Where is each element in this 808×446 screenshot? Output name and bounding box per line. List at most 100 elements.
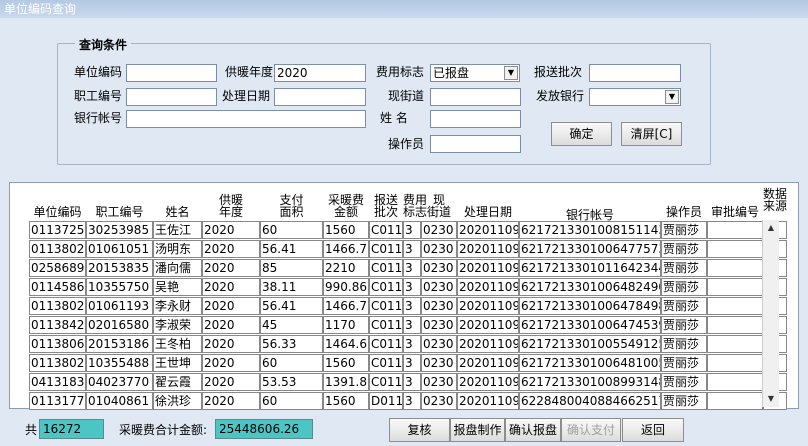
table-cell[interactable]: 56.41 [260, 297, 323, 315]
table-cell[interactable]: 2020 [202, 354, 260, 372]
column-header[interactable]: 单位编码 [29, 206, 86, 218]
column-header[interactable]: 支付 面积 [260, 194, 323, 218]
review-button[interactable]: 复核 [389, 418, 450, 442]
table-cell[interactable]: 6217213301006474539 [519, 316, 661, 334]
column-header[interactable]: 数据 来源 [763, 188, 787, 212]
table-cell[interactable]: 0230 [421, 316, 457, 334]
table-cell[interactable]: 0258689 [29, 259, 86, 277]
table-cell[interactable]: 0230 [421, 240, 457, 258]
table-cell[interactable]: 3 [403, 240, 421, 258]
table-cell[interactable]: 20153186 [86, 335, 153, 353]
heating-year-input[interactable]: 2020 [274, 64, 366, 82]
table-cell[interactable]: 45 [260, 316, 323, 334]
table-cell[interactable]: C011 [369, 240, 403, 258]
table-cell[interactable]: 6217213301011642344 [519, 259, 661, 277]
table-cell[interactable]: 贾丽莎 [661, 278, 707, 296]
table-cell[interactable]: 6217213301005549125 [519, 335, 661, 353]
table-cell[interactable]: 3 [403, 259, 421, 277]
table-cell[interactable]: 10355750 [86, 278, 153, 296]
table-cell[interactable]: 0114586 [29, 278, 86, 296]
table-cell[interactable]: 56.41 [260, 240, 323, 258]
table-cell[interactable]: 3 [403, 392, 421, 410]
table-cell[interactable]: 01061193 [86, 297, 153, 315]
column-header[interactable]: 现街道 [421, 194, 457, 218]
employee-no-input[interactable] [126, 88, 217, 106]
table-cell[interactable]: 0113725 [29, 221, 86, 239]
table-cell[interactable] [707, 373, 763, 391]
table-cell[interactable]: 贾丽莎 [661, 335, 707, 353]
table-cell[interactable]: 李淑荣 [153, 316, 202, 334]
table-cell[interactable]: 潘向儒 [153, 259, 202, 277]
table-cell[interactable]: 6217213301006477573 [519, 240, 661, 258]
column-header[interactable]: 费用 标志 [403, 194, 427, 218]
table-cell[interactable]: C011 [369, 297, 403, 315]
table-cell[interactable]: 20201109 [457, 316, 519, 334]
confirm-button[interactable]: 确定 [551, 122, 612, 146]
table-cell[interactable]: 2020 [202, 297, 260, 315]
chevron-down-icon[interactable]: ▼ [504, 66, 518, 80]
table-cell[interactable] [707, 392, 763, 410]
table-cell[interactable]: 0413183 [29, 373, 86, 391]
table-cell[interactable]: 6217213301006481005 [519, 354, 661, 372]
table-cell[interactable]: 0113842 [29, 316, 86, 334]
table-cell[interactable]: 0113802 [29, 240, 86, 258]
current-street-input[interactable] [430, 88, 521, 106]
table-cell[interactable]: C011 [369, 221, 403, 239]
table-cell[interactable]: 2020 [202, 221, 260, 239]
table-cell[interactable]: 贾丽莎 [661, 240, 707, 258]
table-cell[interactable]: 1466.7 [323, 240, 369, 258]
table-cell[interactable]: 2020 [202, 240, 260, 258]
table-cell[interactable]: 60 [260, 221, 323, 239]
column-header[interactable]: 处理日期 [457, 206, 519, 218]
table-cell[interactable]: 贾丽莎 [661, 297, 707, 315]
table-cell[interactable]: 1391.8 [323, 373, 369, 391]
confirm-disk-button[interactable]: 确认报盘 [505, 418, 561, 442]
column-header[interactable]: 审批编号 [707, 206, 763, 218]
table-cell[interactable]: 20201109 [457, 392, 519, 410]
table-cell[interactable]: 贾丽莎 [661, 316, 707, 334]
table-cell[interactable]: 20201109 [457, 354, 519, 372]
table-cell[interactable]: 0113802 [29, 297, 86, 315]
clear-screen-button[interactable]: 清屏[C] [621, 122, 682, 146]
account-input[interactable] [126, 110, 366, 128]
table-cell[interactable] [707, 354, 763, 372]
table-cell[interactable]: 翟云霞 [153, 373, 202, 391]
table-cell[interactable]: 0113177 [29, 392, 86, 410]
table-cell[interactable] [707, 278, 763, 296]
table-cell[interactable]: 20201109 [457, 221, 519, 239]
table-cell[interactable]: C011 [369, 316, 403, 334]
table-cell[interactable] [707, 259, 763, 277]
table-cell[interactable]: 38.11 [260, 278, 323, 296]
table-cell[interactable] [707, 221, 763, 239]
table-cell[interactable]: C011 [369, 259, 403, 277]
table-cell[interactable]: 贾丽莎 [661, 373, 707, 391]
table-cell[interactable] [707, 240, 763, 258]
table-cell[interactable]: 2020 [202, 278, 260, 296]
grid-vertical-scrollbar[interactable]: ▲ ▼ [762, 220, 779, 407]
table-cell[interactable]: 3 [403, 316, 421, 334]
table-cell[interactable]: C011 [369, 278, 403, 296]
table-cell[interactable]: 贾丽莎 [661, 354, 707, 372]
table-cell[interactable]: D011 [369, 392, 403, 410]
table-cell[interactable]: 20201109 [457, 278, 519, 296]
confirm-payment-button[interactable]: 确认支付 [561, 418, 621, 442]
table-cell[interactable]: 1560 [323, 221, 369, 239]
table-cell[interactable]: 6217213301006478498 [519, 297, 661, 315]
table-cell[interactable]: 20201109 [457, 335, 519, 353]
table-cell[interactable]: 53.53 [260, 373, 323, 391]
table-cell[interactable]: 0230 [421, 373, 457, 391]
column-header[interactable]: 采暖费 金额 [323, 194, 369, 218]
make-disk-button[interactable]: 报盘制作 [450, 418, 505, 442]
table-cell[interactable]: 2020 [202, 335, 260, 353]
table-cell[interactable]: 3 [403, 335, 421, 353]
table-cell[interactable]: 贾丽莎 [661, 221, 707, 239]
column-header[interactable]: 报送 批次 [369, 194, 403, 218]
table-cell[interactable]: 3 [403, 221, 421, 239]
table-cell[interactable]: 贾丽莎 [661, 259, 707, 277]
table-cell[interactable]: 1560 [323, 392, 369, 410]
table-cell[interactable]: 王世坤 [153, 354, 202, 372]
column-header[interactable]: 供暖 年度 [202, 194, 260, 218]
table-cell[interactable]: 20201109 [457, 373, 519, 391]
table-cell[interactable]: 10355488 [86, 354, 153, 372]
table-cell[interactable]: 0230 [421, 354, 457, 372]
